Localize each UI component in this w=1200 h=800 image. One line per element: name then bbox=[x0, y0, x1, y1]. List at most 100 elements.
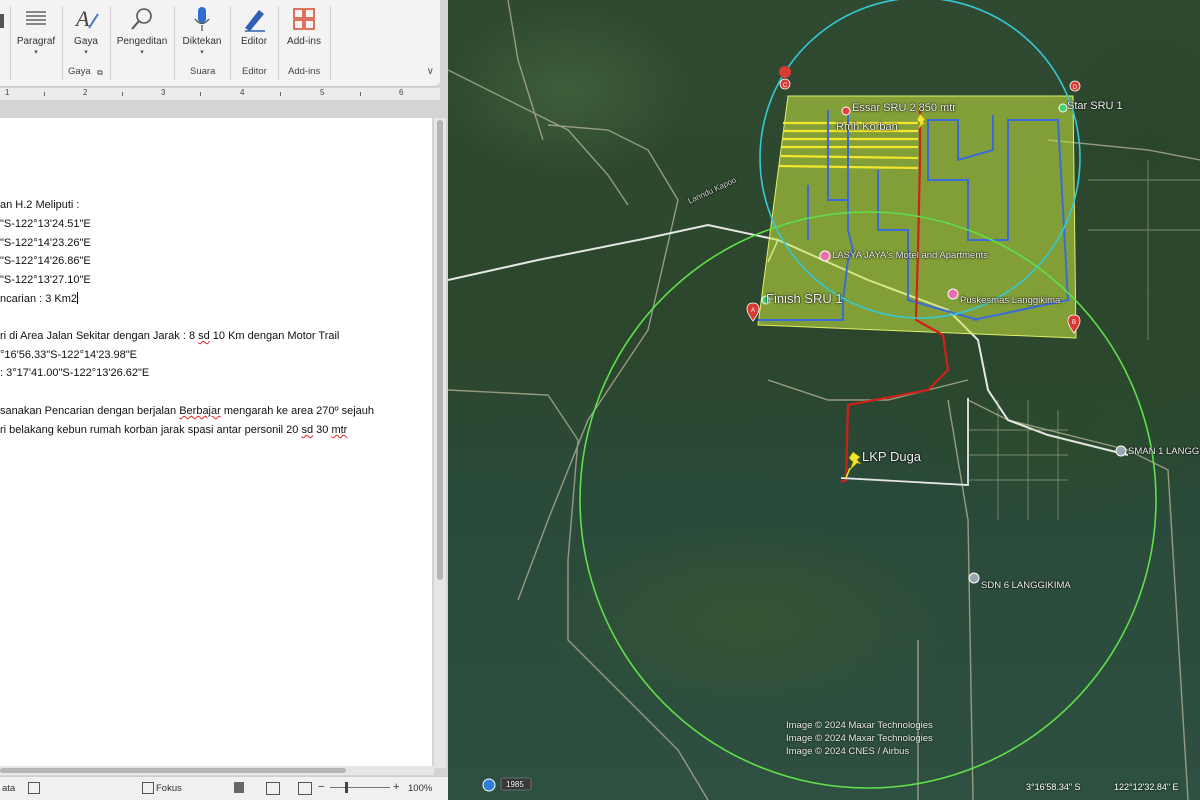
editor-pen-icon bbox=[245, 10, 265, 32]
marker-icon-a: A bbox=[746, 302, 760, 322]
doc-line: ri di Area Jalan Sekitar dengan Jarak : … bbox=[0, 330, 339, 342]
addins-button[interactable]: Add-ins bbox=[282, 4, 326, 47]
horizontal-scrollbar[interactable] bbox=[0, 766, 434, 775]
web-layout-icon[interactable] bbox=[298, 782, 312, 795]
doc-line: sanakan Pencarian dengan berjalan Berbaj… bbox=[0, 405, 374, 417]
addins-grid-icon bbox=[293, 8, 315, 30]
doc-line: an H.2 Meliputi : bbox=[0, 199, 80, 211]
pushpin-lkp-icon bbox=[845, 451, 862, 479]
status-data-label[interactable]: ata bbox=[2, 783, 15, 794]
cutoff-icon bbox=[0, 14, 4, 28]
addins-label: Add-ins bbox=[287, 36, 321, 47]
historical-year[interactable]: 1985 bbox=[506, 780, 524, 789]
styles-button[interactable]: A Gaya ▾ bbox=[66, 4, 106, 56]
ribbon-separator bbox=[278, 6, 279, 80]
scrollbar-thumb[interactable] bbox=[437, 120, 443, 580]
map-label-star-sru[interactable]: Star SRU 1 bbox=[1067, 100, 1123, 112]
imagery-credit: Image © 2024 CNES / Airbus bbox=[786, 746, 910, 757]
addins-group-label: Add-ins bbox=[288, 66, 321, 77]
ruler-tick bbox=[280, 92, 281, 96]
doc-line: ncarian : 3 Km2 bbox=[0, 292, 79, 305]
zoom-slider[interactable] bbox=[330, 787, 390, 788]
doc-text: ri belakang kebun rumah korban jarak spa… bbox=[0, 424, 302, 436]
doc-text: 30 bbox=[313, 424, 332, 436]
search-icon bbox=[131, 8, 152, 30]
doc-line: "S-122°13'27.10"E bbox=[0, 274, 91, 286]
focus-icon[interactable] bbox=[142, 782, 154, 794]
ruler-number: 5 bbox=[320, 88, 325, 97]
svg-text:C: C bbox=[783, 83, 788, 89]
dictate-button[interactable]: Diktekan ▾ bbox=[178, 4, 226, 56]
paragraph-button[interactable]: Paragraf ▾ bbox=[14, 4, 58, 56]
ribbon: Paragraf ▾ A Gaya ▾ Gaya ⧉ Pengeditan ▾ bbox=[0, 0, 440, 87]
map-label-sman[interactable]: SMAN 1 LANGG bbox=[1128, 446, 1199, 457]
school-poi-icon bbox=[1115, 445, 1127, 457]
ribbon-separator bbox=[62, 6, 63, 80]
ruler-number: 6 bbox=[399, 88, 404, 97]
hospital-poi-icon bbox=[947, 288, 959, 300]
zoom-slider-handle[interactable] bbox=[345, 782, 348, 793]
doc-text: 10 Km dengan Motor Trail bbox=[209, 330, 340, 342]
map-label-sdn[interactable]: SDN 6 LANGGIKIMA bbox=[981, 580, 1071, 591]
styles-group-label: Gaya bbox=[68, 66, 91, 77]
doc-line: "S-122°14'23.26"E bbox=[0, 237, 91, 249]
white-path bbox=[840, 398, 969, 486]
horizontal-ruler[interactable]: 1 2 3 4 5 6 bbox=[0, 88, 440, 101]
zoom-level[interactable]: 100% bbox=[408, 783, 432, 794]
styles-icon: A bbox=[74, 6, 99, 31]
ruler-number: 4 bbox=[240, 88, 245, 97]
word-window: Paragraf ▾ A Gaya ▾ Gaya ⧉ Pengeditan ▾ bbox=[0, 0, 448, 800]
status-bar: ata Fokus − + 100% bbox=[0, 776, 448, 800]
spelling-flag[interactable]: sd bbox=[301, 424, 313, 436]
styles-label: Gaya bbox=[74, 36, 98, 47]
vertical-scrollbar[interactable] bbox=[434, 118, 446, 768]
zoom-out-button[interactable]: − bbox=[318, 781, 324, 793]
svg-text:A: A bbox=[751, 308, 755, 314]
zoom-in-button[interactable]: + bbox=[393, 781, 399, 793]
ribbon-separator bbox=[230, 6, 231, 80]
map-label-rmh-korban[interactable]: Rmh Korban bbox=[836, 121, 898, 133]
satellite-map[interactable]: C D A B Essar SRU 2 850 mtr Rmh Korban S… bbox=[448, 0, 1200, 800]
imagery-credit: Image © 2024 Maxar Technologies bbox=[786, 733, 933, 744]
spelling-flag[interactable]: sd bbox=[198, 330, 210, 342]
accessibility-icon[interactable] bbox=[28, 782, 40, 794]
document-page[interactable]: an H.2 Meliputi : "S-122°13'24.51"E "S-1… bbox=[0, 118, 432, 768]
chevron-down-icon: ▾ bbox=[84, 49, 88, 56]
map-label-puskesmas[interactable]: Puskesmas Langgikima bbox=[960, 295, 1060, 306]
map-label-lkp-duga[interactable]: LKP Duga bbox=[862, 449, 921, 464]
dictate-label: Diktekan bbox=[182, 36, 222, 47]
print-layout-icon[interactable] bbox=[266, 782, 280, 795]
ribbon-separator bbox=[10, 6, 11, 80]
dialog-launcher-icon[interactable]: ⧉ bbox=[97, 68, 103, 78]
editing-label: Pengeditan bbox=[116, 36, 168, 47]
paragraph-icon bbox=[26, 11, 46, 25]
spelling-flag[interactable]: Berbajar bbox=[179, 405, 221, 417]
ruler-tick bbox=[44, 92, 45, 96]
doc-line: ri belakang kebun rumah korban jarak spa… bbox=[0, 424, 347, 436]
read-mode-icon[interactable] bbox=[234, 782, 244, 793]
map-label-lasya-jaya[interactable]: LASYA JAYA's Motel and Apartments bbox=[832, 250, 988, 261]
editing-button[interactable]: Pengeditan ▾ bbox=[114, 4, 170, 56]
placemark-pin-red bbox=[841, 106, 851, 116]
spelling-flag[interactable]: mtr bbox=[331, 424, 347, 436]
svg-text:D: D bbox=[1073, 85, 1078, 91]
school-poi-icon bbox=[968, 572, 980, 584]
doc-line: °16'56.33"S-122°14'23.98"E bbox=[0, 349, 138, 361]
map-label-essar[interactable]: Essar SRU 2 850 mtr bbox=[852, 102, 956, 114]
cutoff-ribbon-button[interactable] bbox=[0, 4, 8, 36]
svg-text:A: A bbox=[74, 6, 90, 31]
earth-globe-icon bbox=[482, 778, 496, 792]
doc-line: : 3°17'41.00"S-122°13'26.62"E bbox=[0, 367, 150, 379]
map-label-finish-sru[interactable]: Finish SRU 1 bbox=[766, 291, 843, 306]
collapse-ribbon-icon[interactable]: ∨ bbox=[427, 66, 434, 77]
marker-icon-d: D bbox=[1069, 80, 1081, 92]
ribbon-separator bbox=[174, 6, 175, 80]
editor-button[interactable]: Editor bbox=[234, 4, 274, 47]
chevron-down-icon: ▾ bbox=[140, 49, 144, 56]
longitude-readout: 122°12'32.84" E bbox=[1114, 782, 1179, 792]
doc-text: ncarian : 3 Km2 bbox=[0, 293, 78, 305]
focus-button[interactable]: Fokus bbox=[156, 783, 182, 794]
svg-text:B: B bbox=[1072, 320, 1076, 326]
scrollbar-thumb[interactable] bbox=[0, 768, 346, 773]
paragraph-label: Paragraf bbox=[16, 36, 56, 47]
